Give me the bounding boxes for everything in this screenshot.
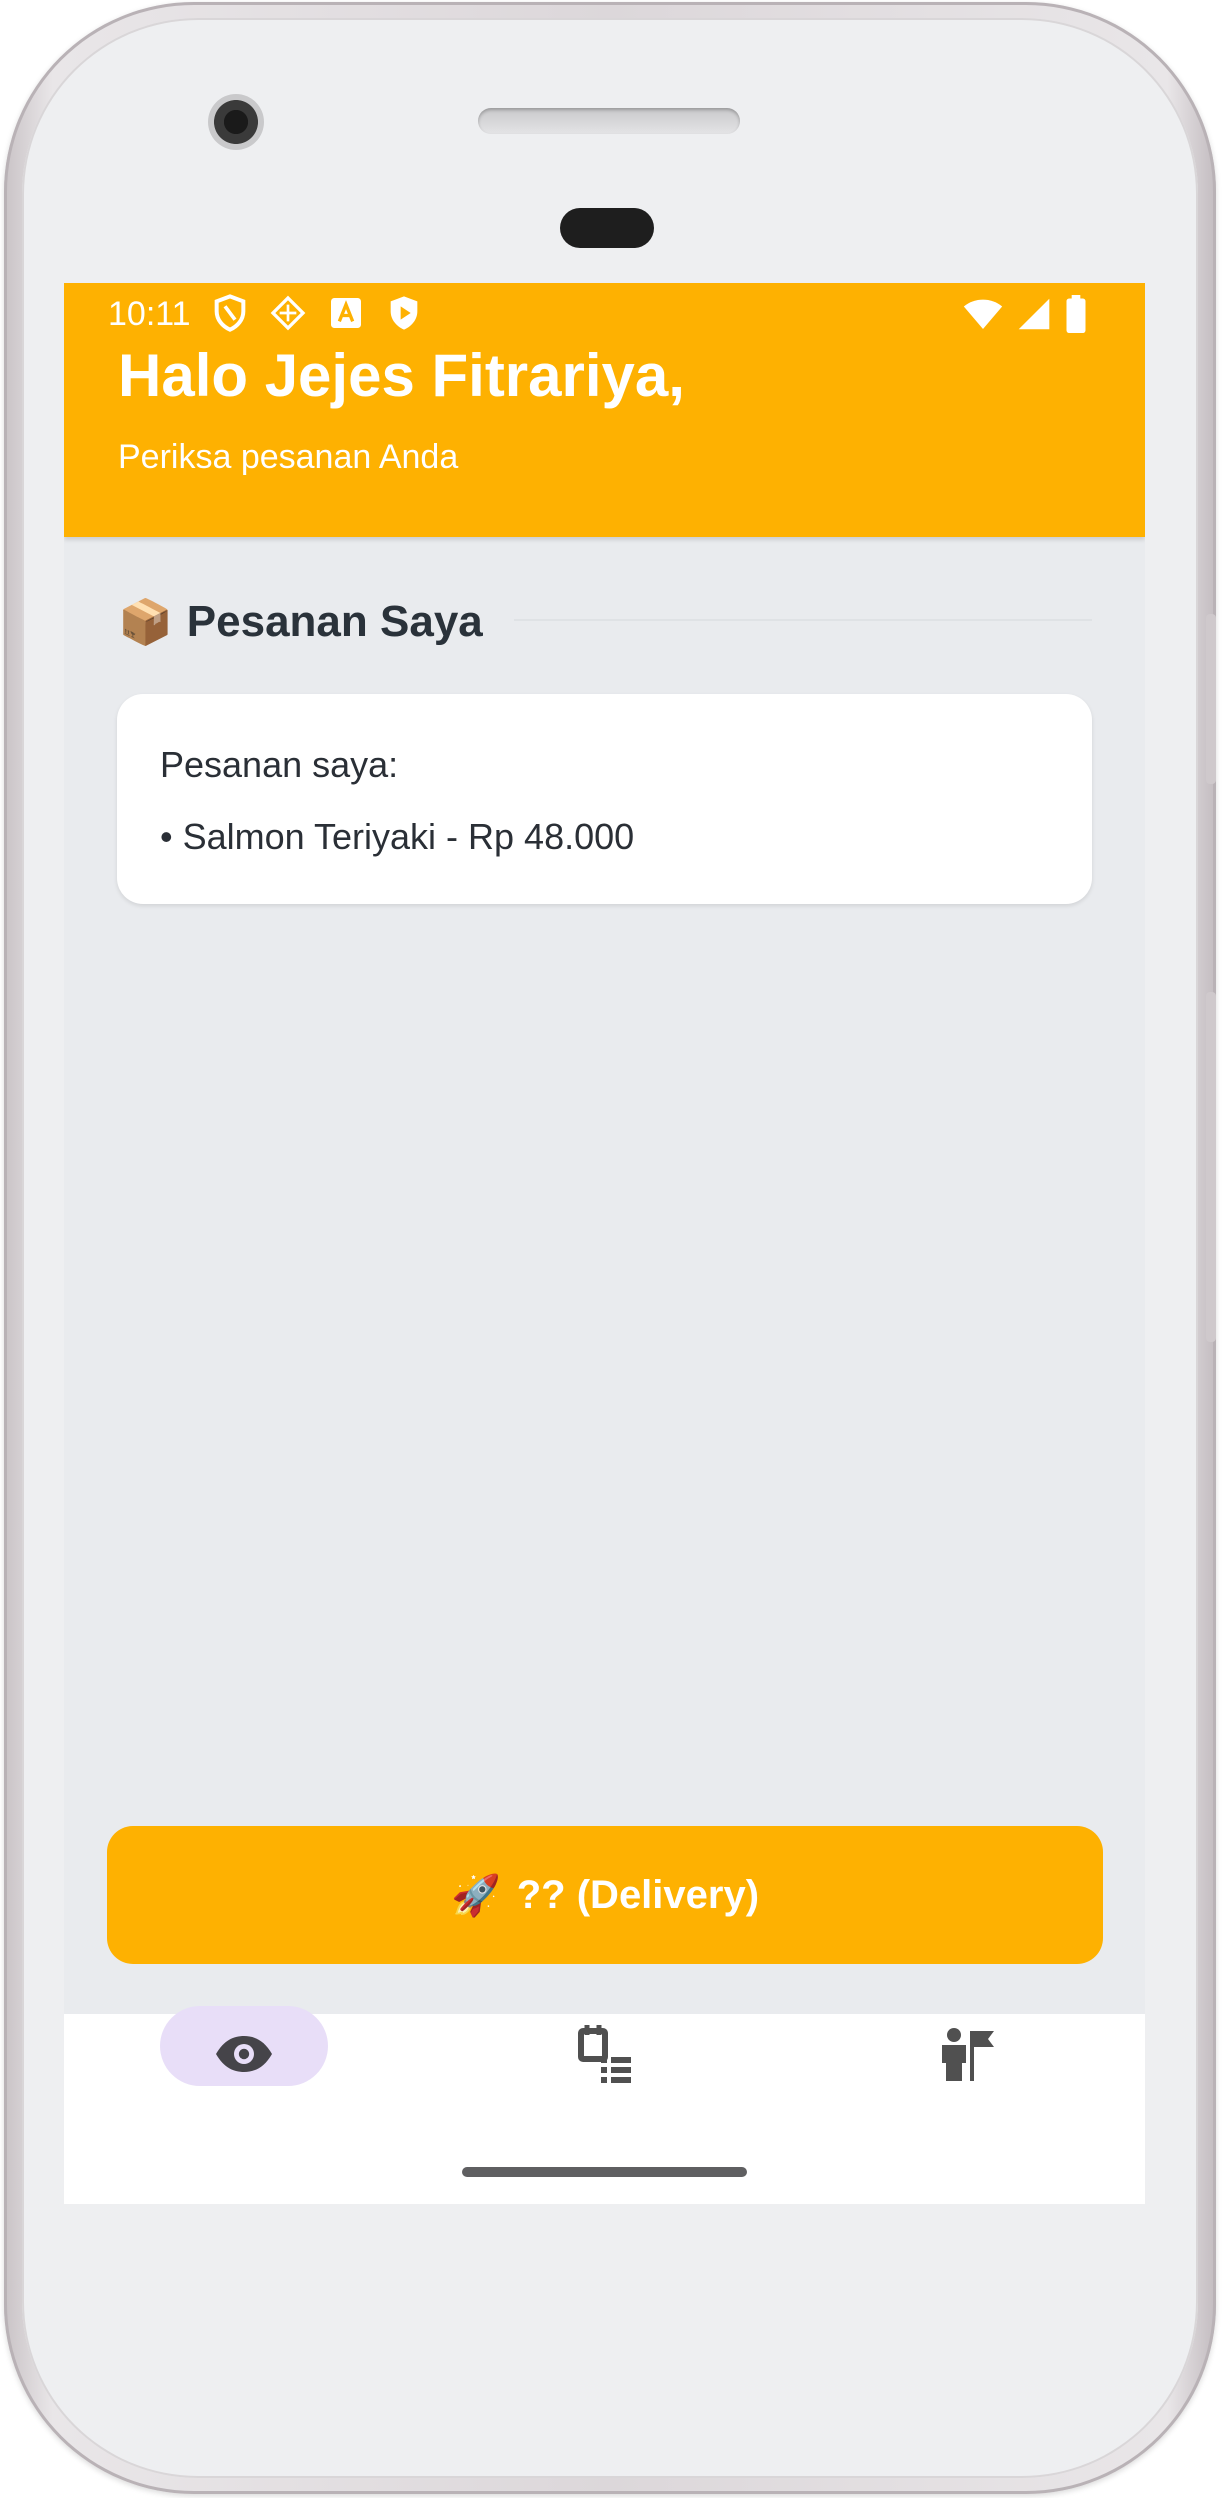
power-button — [1206, 614, 1216, 784]
order-card-title: Pesanan saya: — [160, 744, 399, 785]
app-screen: 10:11 Halo Jejes Fitrariya, Periksa pesa… — [64, 283, 1145, 2204]
order-list-icon — [578, 2025, 631, 2083]
status-time: 10:11 — [108, 295, 191, 333]
greeting-subtitle: Periksa pesanan Anda — [118, 438, 459, 476]
shield-outline-icon — [214, 294, 246, 332]
front-camera — [208, 94, 264, 150]
status-icons-left — [210, 293, 424, 333]
cast-icon — [270, 295, 306, 331]
section-heading: 📦 Pesanan Saya — [118, 596, 483, 648]
person-flag-icon — [942, 2028, 994, 2081]
section-divider — [514, 619, 1092, 621]
proximity-sensor — [560, 208, 654, 248]
rocket-icon: 🚀 — [450, 1873, 501, 1918]
home-indicator[interactable] — [462, 2167, 747, 2177]
volume-button — [1206, 992, 1216, 1342]
signal-icon — [1018, 298, 1050, 330]
play-shield-icon — [390, 296, 418, 330]
package-icon: 📦 — [118, 598, 173, 647]
app-header: 10:11 Halo Jejes Fitrariya, Periksa pesa… — [64, 283, 1145, 537]
battery-icon — [1066, 295, 1086, 333]
wifi-icon — [963, 299, 1003, 329]
nav-item-profile[interactable] — [866, 2014, 1066, 2094]
order-item: • Salmon Teriyaki - Rp 48.000 — [160, 816, 635, 857]
greeting-title: Halo Jejes Fitrariya, — [118, 342, 685, 409]
earpiece-speaker — [478, 108, 740, 134]
delivery-button[interactable]: 🚀 ?? (Delivery) — [107, 1826, 1103, 1964]
status-icons-right — [963, 295, 1087, 333]
eye-icon — [216, 2036, 272, 2072]
text-a-icon — [331, 298, 361, 328]
nav-item-order-list[interactable] — [505, 2014, 705, 2094]
order-card: Pesanan saya: • Salmon Teriyaki - Rp 48.… — [117, 694, 1092, 904]
delivery-button-label: ?? (Delivery) — [516, 1872, 760, 1917]
nav-item-view-orders[interactable] — [144, 2014, 344, 2094]
section-title: Pesanan Saya — [186, 597, 483, 646]
